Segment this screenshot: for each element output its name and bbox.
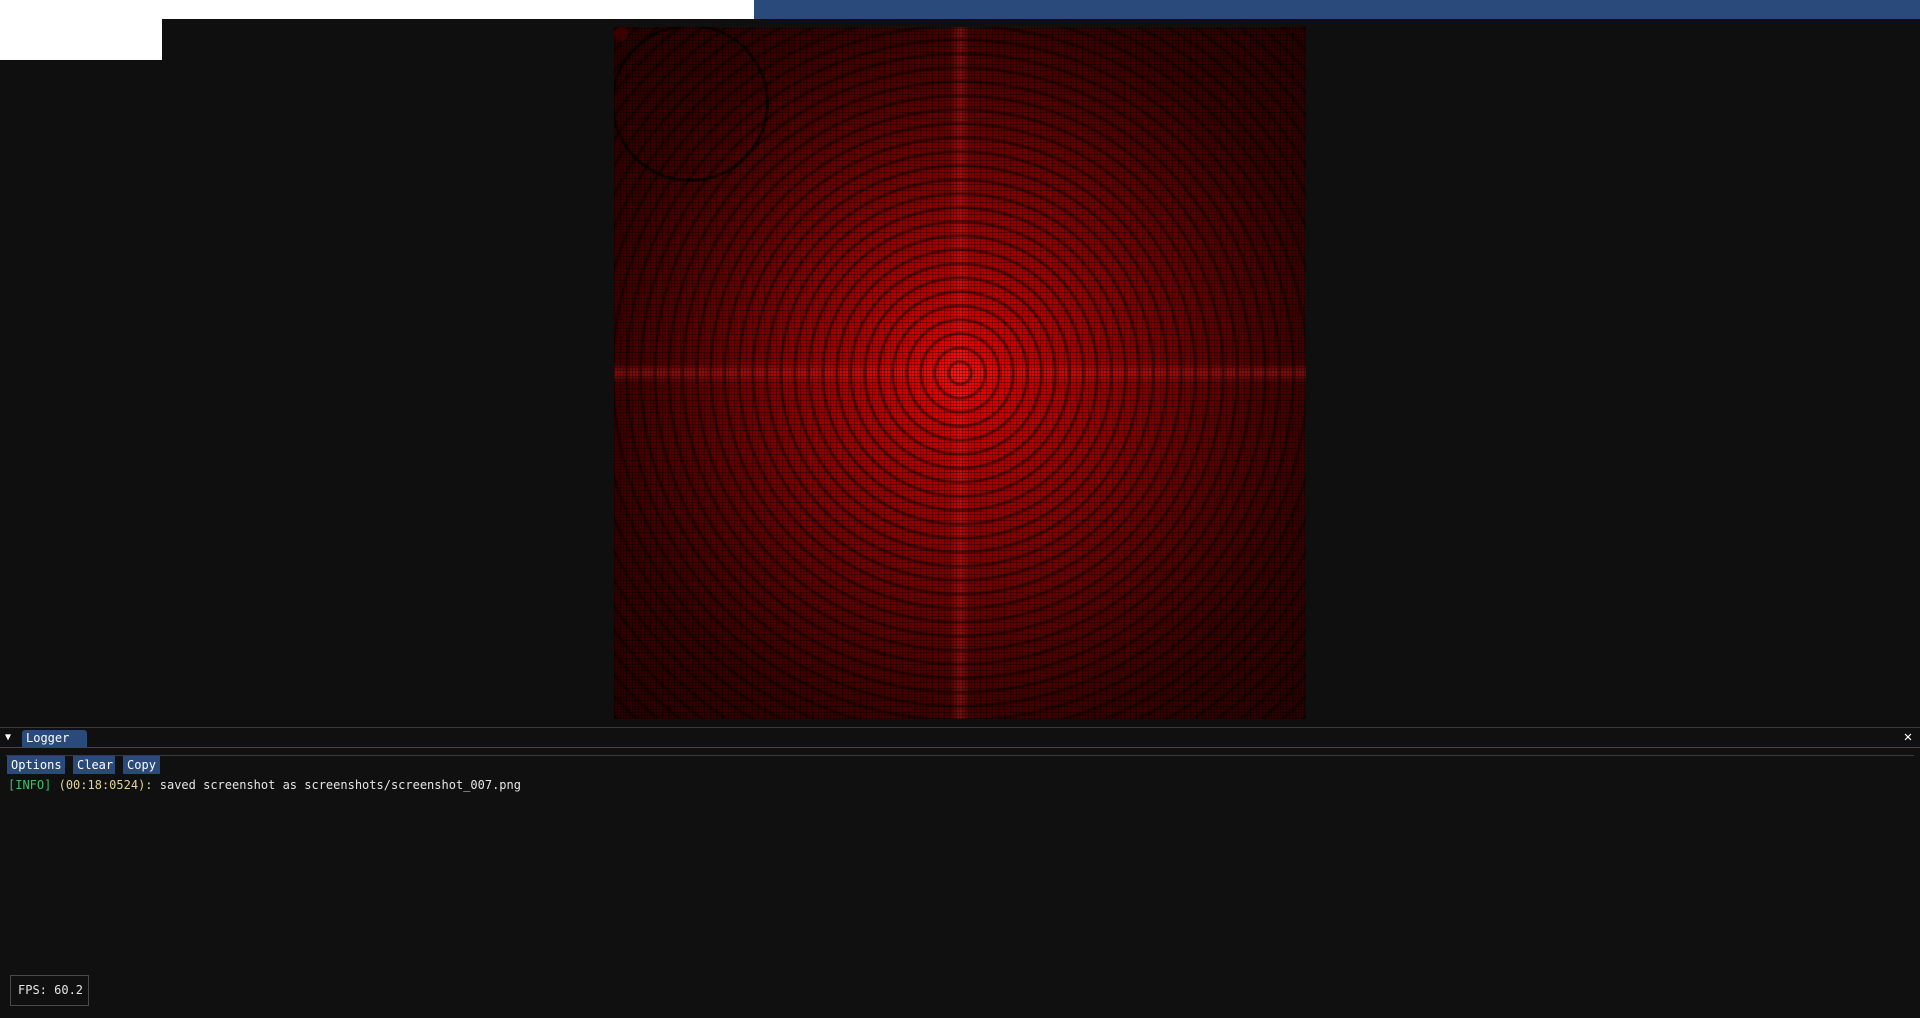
log-level: [INFO] — [8, 778, 52, 792]
inner-ring — [614, 27, 766, 179]
window-title-bar[interactable] — [754, 0, 1920, 19]
log-timestamp: (00:18:0524): — [58, 778, 153, 792]
tab-logger[interactable]: Logger — [22, 730, 87, 747]
center-dot — [614, 27, 628, 41]
overlay-window — [0, 19, 162, 60]
log-entry: [INFO] (00:18:0524): saved screenshot as… — [8, 778, 521, 793]
logger-titlebar[interactable]: ▼ Logger ✕ — [0, 728, 1920, 748]
options-button[interactable]: Options — [7, 756, 65, 774]
copy-button[interactable]: Copy — [123, 756, 160, 774]
clear-button[interactable]: Clear — [73, 756, 115, 774]
render-viewport — [614, 27, 1306, 719]
menu-bar — [0, 0, 754, 19]
triangle-down-icon[interactable]: ▼ — [5, 732, 15, 743]
logger-panel: ▼ Logger ✕ Options Clear Copy [INFO] (00… — [0, 727, 1920, 1018]
fps-label: FPS: 60.2 — [18, 983, 84, 997]
fps-overlay: FPS: 60.2 — [10, 975, 89, 1006]
close-icon[interactable]: ✕ — [1901, 730, 1915, 744]
divider — [6, 755, 1914, 756]
log-message: saved screenshot as screenshots/screensh… — [159, 778, 521, 792]
